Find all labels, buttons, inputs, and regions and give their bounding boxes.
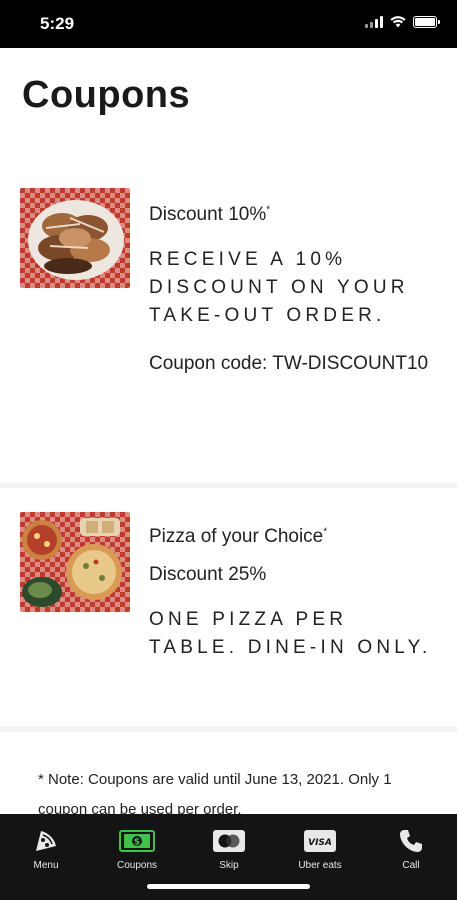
tab-label: Call (402, 860, 420, 871)
tab-menu[interactable]: Menu (11, 826, 81, 871)
tab-uber-eats[interactable]: VISA Uber eats (285, 826, 355, 871)
coupon-body: Discount 10%* Receive a 10% discount on … (149, 202, 439, 384)
coupon-list[interactable]: Discount 10%* Receive a 10% discount on … (0, 166, 457, 814)
coupon-card-pizza-choice[interactable]: Pizza of your Choice* Discount 25% One p… (0, 488, 457, 726)
svg-text:$: $ (134, 838, 140, 848)
tab-coupons[interactable]: $ Coupons (102, 826, 172, 871)
signal-icon (365, 16, 383, 28)
validity-note: * Note: Coupons are valid until June 13,… (38, 771, 392, 814)
coupon-description: Receive a 10% discount on your take-out … (149, 249, 409, 326)
page-header: Coupons (0, 48, 457, 166)
coupon-title: Discount 10%* (149, 204, 271, 225)
status-time: 5:29 (40, 14, 75, 33)
coupon-discount: Discount 25% (149, 564, 267, 585)
visa-card-icon: VISA (304, 830, 336, 852)
pizza-slice-icon (36, 831, 56, 851)
tab-label: Menu (33, 860, 59, 871)
footnote-mark: * (266, 204, 271, 216)
tab-label: Coupons (116, 860, 158, 871)
tab-label: Skip (219, 860, 239, 871)
tab-call[interactable]: Call (376, 826, 446, 871)
pastry-platter-image (20, 188, 130, 288)
wifi-icon (390, 16, 406, 28)
coupon-card-discount-10[interactable]: Discount 10%* Receive a 10% discount on … (0, 166, 457, 483)
svg-text:VISA: VISA (308, 838, 332, 848)
tab-label: Uber eats (298, 860, 342, 871)
status-icons (365, 16, 440, 28)
mastercard-icon (213, 830, 245, 852)
footnote-mark: * (323, 526, 328, 538)
battery-icon (413, 16, 440, 28)
tab-skip[interactable]: Skip (194, 826, 264, 871)
coupon-title: Pizza of your Choice* (149, 526, 328, 547)
coupon-code: Coupon code: TW-DISCOUNT10 (149, 353, 429, 374)
home-indicator[interactable] (147, 884, 310, 889)
page-title: Coupons (22, 74, 191, 116)
coupon-note: * Note: Coupons are valid until June 13,… (0, 732, 457, 814)
coupon-body: Pizza of your Choice* Discount 25% One p… (149, 524, 439, 662)
phone-icon (400, 830, 422, 852)
pizza-table-image (20, 512, 130, 612)
status-bar: 5:29 (0, 0, 457, 48)
dollar-bill-icon: $ (119, 830, 155, 852)
coupon-description: One pizza per table. Dine-in only. (149, 609, 432, 658)
